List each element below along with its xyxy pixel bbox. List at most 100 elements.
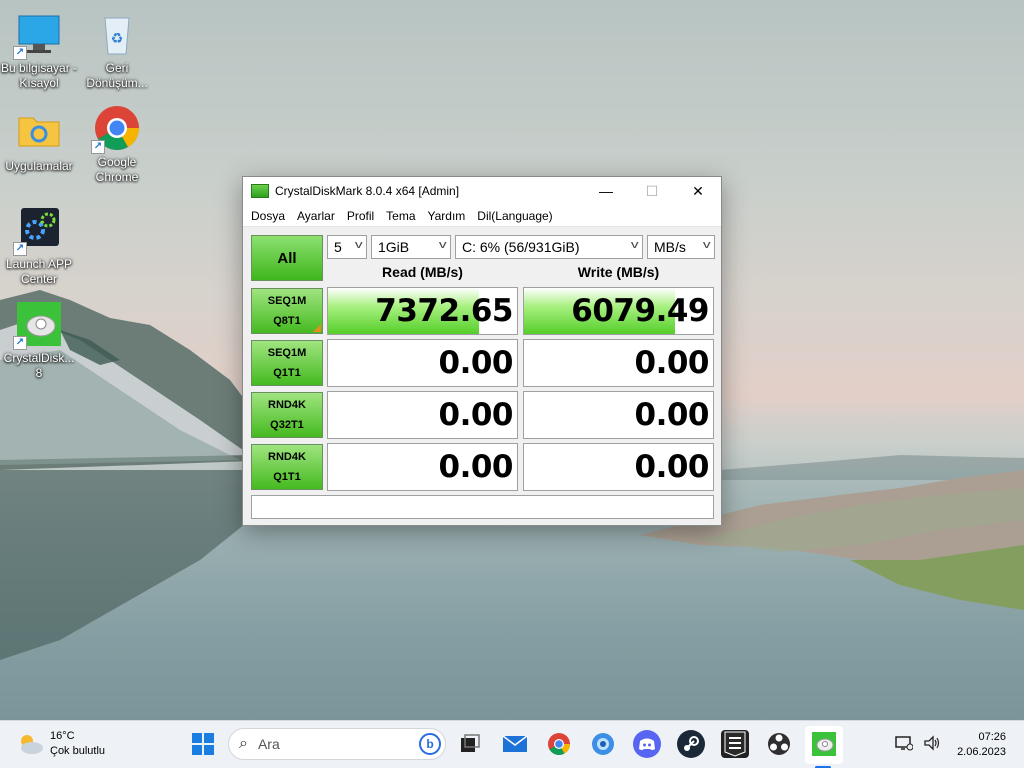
write-result-cell: 0.00 — [523, 391, 714, 439]
read-result-value: 7372.65 — [375, 293, 513, 329]
desktop-icon-label: Uygulamalar — [5, 159, 73, 173]
monitor-icon: ↗ — [13, 10, 63, 60]
test-name: RND4K — [268, 399, 306, 411]
mail-icon[interactable] — [501, 730, 529, 758]
desktop-icon-apps-folder[interactable]: Uygulamalar — [0, 108, 78, 174]
menu-bar: Dosya Ayarlar Profil Tema Yardım Dil(Lan… — [243, 205, 721, 227]
minimize-button[interactable]: — — [583, 177, 629, 205]
read-result-cell: 0.00 — [327, 391, 518, 439]
taskbar: 16°C Çok bulutlu ⌕ Ara b 07:26 2.06.2023 — [0, 720, 1024, 768]
maximize-button[interactable]: ☐ — [629, 177, 675, 205]
shortcut-arrow-icon: ↗ — [13, 336, 27, 350]
unit-value: MB/s — [654, 239, 686, 255]
chevron-down-icon: v — [438, 239, 447, 251]
shortcut-arrow-icon: ↗ — [91, 140, 105, 154]
menu-profile[interactable]: Profil — [341, 209, 380, 223]
read-result-value: 0.00 — [438, 345, 514, 381]
read-result-cell: 0.00 — [327, 443, 518, 491]
clock-date: 2.06.2023 — [957, 746, 1006, 758]
menu-settings[interactable]: Ayarlar — [291, 209, 341, 223]
test-params: Q8T1 — [273, 315, 301, 327]
test-params: Q32T1 — [270, 419, 304, 431]
chevron-down-icon: v — [354, 239, 363, 251]
test-seq1m-q1t1-button[interactable]: SEQ1M Q1T1 — [251, 340, 323, 386]
write-result-cell: 6079.49 — [523, 287, 714, 335]
shortcut-arrow-icon: ↗ — [13, 46, 27, 60]
drive-value: C: 6% (56/931GiB) — [462, 239, 580, 255]
desktop-icon-label: Launch APP Center — [5, 257, 73, 286]
test-size-value: 1GiB — [378, 239, 410, 255]
desktop-icon-label: Google Chrome — [95, 155, 139, 184]
read-result-value: 0.00 — [438, 449, 514, 485]
discord-icon[interactable] — [633, 730, 661, 758]
obs-icon[interactable] — [765, 730, 793, 758]
desktop-icon-this-pc[interactable]: ↗ Bu bilgisayar - Kısayol — [0, 10, 78, 91]
desktop-icon-app-center[interactable]: ↗ Launch APP Center — [0, 206, 78, 287]
recycle-bin-icon: ♻ — [93, 10, 141, 58]
test-seq1m-q8t1-button[interactable]: SEQ1M Q8T1 — [251, 288, 323, 334]
desktop-icon-label: CrystalDisk... 8 — [3, 351, 75, 380]
bing-icon[interactable]: b — [419, 733, 441, 755]
crystaldiskmark-app-icon — [251, 184, 269, 198]
write-column-header: Write (MB/s) — [577, 264, 660, 280]
shortcut-arrow-icon: ↗ — [13, 242, 27, 256]
taskbar-search-box[interactable]: ⌕ Ara b — [228, 728, 446, 760]
task-view-icon[interactable] — [455, 730, 483, 758]
taskbar-clock[interactable]: 07:26 2.06.2023 — [957, 730, 1006, 760]
menu-theme[interactable]: Tema — [380, 209, 421, 223]
test-params: Q1T1 — [273, 471, 301, 483]
write-result-cell: 0.00 — [523, 443, 714, 491]
drive-select[interactable]: C: 6% (56/931GiB) v — [455, 235, 643, 259]
unit-select[interactable]: MB/s v — [647, 235, 715, 259]
volume-icon[interactable] — [923, 735, 941, 754]
read-column-header: Read (MB/s) — [382, 264, 463, 280]
test-name: RND4K — [268, 451, 306, 463]
chevron-down-icon: v — [630, 239, 639, 251]
comment-field[interactable] — [251, 495, 714, 519]
test-params: Q1T1 — [273, 367, 301, 379]
desktop-icon-chrome[interactable]: ↗ Google Chrome — [78, 104, 156, 185]
test-size-select[interactable]: 1GiB v — [371, 235, 451, 259]
test-count-select[interactable]: 5v — [327, 235, 367, 259]
window-title: CrystalDiskMark 8.0.4 x64 [Admin] — [275, 184, 460, 198]
epic-games-icon[interactable] — [721, 730, 749, 758]
weather-widget[interactable]: 16°C Çok bulutlu — [16, 729, 105, 759]
crystaldiskmark-icon[interactable] — [810, 730, 838, 758]
gears-icon: ↗ — [13, 206, 63, 256]
windows-start-icon[interactable] — [189, 730, 217, 758]
menu-help[interactable]: Yardım — [422, 209, 472, 223]
browser-icon[interactable] — [589, 730, 617, 758]
search-icon: ⌕ — [239, 735, 248, 752]
system-tray — [895, 735, 941, 754]
steam-icon[interactable] — [677, 730, 705, 758]
menu-language[interactable]: Dil(Language) — [471, 209, 558, 223]
close-button[interactable]: ✕ — [675, 177, 721, 205]
cloud-sun-icon — [16, 733, 44, 755]
write-result-value: 0.00 — [634, 449, 710, 485]
folder-icon — [15, 108, 63, 156]
chevron-down-icon: v — [702, 239, 711, 251]
search-placeholder: Ara — [257, 736, 280, 752]
desktop-icon-crystaldiskmark[interactable]: ↗ CrystalDisk... 8 — [0, 300, 78, 381]
title-bar[interactable]: CrystalDiskMark 8.0.4 x64 [Admin] — ☐ ✕ — [243, 177, 721, 205]
run-all-button[interactable]: All — [251, 235, 323, 281]
menu-file[interactable]: Dosya — [245, 209, 291, 223]
read-result-cell: 7372.65 — [327, 287, 518, 335]
desktop-icon-recycle-bin[interactable]: ♻ Geri Dönüşüm... — [78, 10, 156, 91]
crystaldiskmark-icon: ↗ — [13, 300, 63, 350]
write-result-value: 6079.49 — [571, 293, 709, 329]
config-marker — [313, 324, 321, 332]
read-result-value: 0.00 — [438, 397, 514, 433]
test-name: SEQ1M — [267, 347, 307, 359]
benchmark-panel: All 5v 1GiB v C: 6% (56/931GiB) v MB/s v Re… — [243, 227, 721, 525]
desktop-icon-label: Geri Dönüşüm... — [86, 61, 148, 90]
write-result-value: 0.00 — [634, 397, 710, 433]
clock-time: 07:26 — [978, 731, 1006, 743]
chrome-icon[interactable] — [545, 730, 573, 758]
chrome-icon: ↗ — [91, 104, 141, 154]
desktop-icon-label: Bu bilgisayar - Kısayol — [0, 61, 78, 90]
crystaldiskmark-window: CrystalDiskMark 8.0.4 x64 [Admin] — ☐ ✕ … — [242, 176, 722, 526]
test-rnd4k-q32t1-button[interactable]: RND4K Q32T1 — [251, 392, 323, 438]
network-icon[interactable] — [895, 735, 914, 754]
test-rnd4k-q1t1-button[interactable]: RND4K Q1T1 — [251, 444, 323, 490]
